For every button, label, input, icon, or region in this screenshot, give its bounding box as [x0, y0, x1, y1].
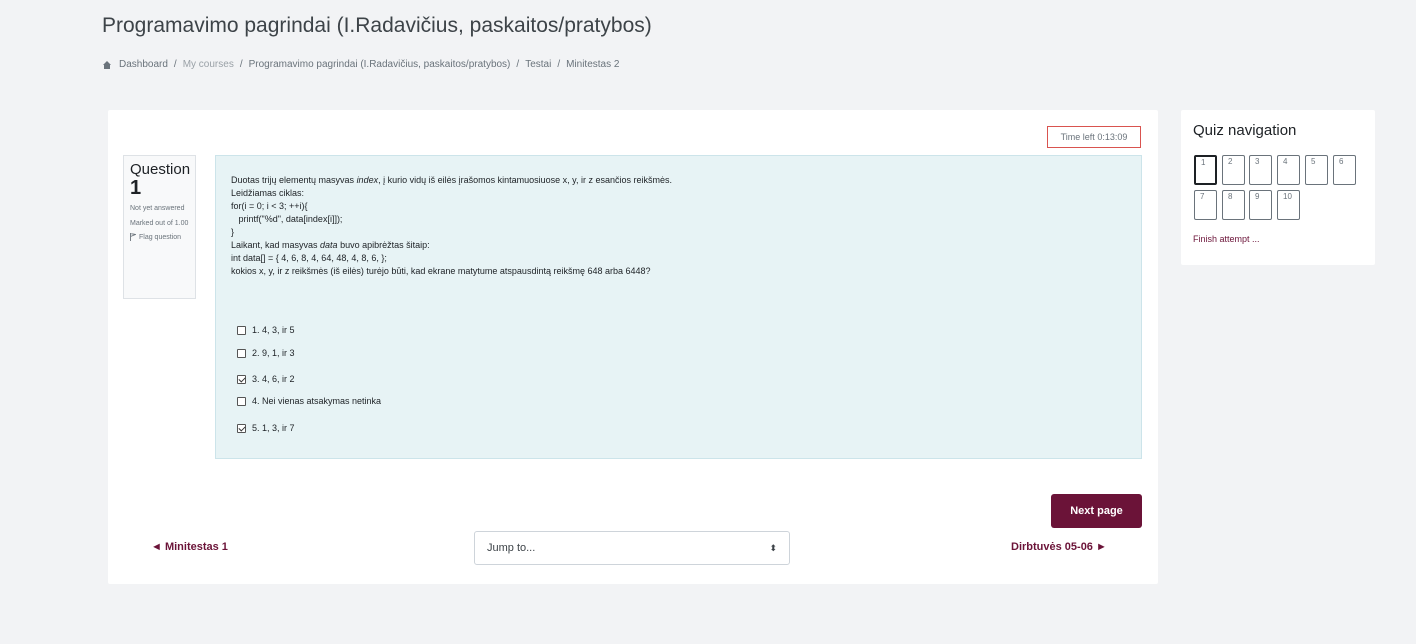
- flag-icon: [130, 233, 136, 241]
- quiz-nav-button-6[interactable]: 6: [1333, 155, 1356, 185]
- answer-option-3[interactable]: 3. 4, 6, ir 2: [237, 374, 295, 384]
- question-info: Question 1 Not yet answered Marked out o…: [123, 155, 196, 299]
- finish-attempt-link[interactable]: Finish attempt ...: [1193, 234, 1260, 244]
- question-status: Not yet answered: [130, 205, 185, 212]
- question-marks: Marked out of 1.00: [130, 220, 189, 227]
- flag-label: Flag question: [139, 234, 182, 241]
- quiz-nav-button-8[interactable]: 8: [1222, 190, 1245, 220]
- quiz-nav-button-9[interactable]: 9: [1249, 190, 1272, 220]
- breadcrumb-separator: /: [239, 59, 243, 70]
- jump-to-select[interactable]: Jump to... ⬍: [474, 531, 790, 565]
- answer-checkbox-5[interactable]: [237, 423, 246, 433]
- select-arrows-icon: ⬍: [769, 542, 777, 553]
- question-label: Question: [130, 161, 191, 178]
- answer-checkbox-3[interactable]: [237, 374, 246, 384]
- answer-option-2[interactable]: 2. 9, 1, ir 3: [237, 348, 295, 358]
- answer-checkbox-1[interactable]: [237, 325, 246, 335]
- next-page-button[interactable]: Next page: [1051, 494, 1142, 528]
- breadcrumb-separator: /: [173, 59, 177, 70]
- quiz-nav-button-1[interactable]: 1: [1194, 155, 1217, 185]
- jump-to-label: Jump to...: [487, 542, 536, 554]
- quiz-nav-button-3[interactable]: 3: [1249, 155, 1272, 185]
- question-text: Duotas trijų elementų masyvas index, į k…: [231, 175, 673, 276]
- breadcrumb-course[interactable]: Programavimo pagrindai (I.Radavičius, pa…: [249, 59, 511, 70]
- quiz-navigation-title: Quiz navigation: [1193, 122, 1297, 139]
- breadcrumb-my-courses[interactable]: My courses: [183, 59, 234, 70]
- quiz-nav-button-7[interactable]: 7: [1194, 190, 1217, 220]
- question-content: Duotas trijų elementų masyvas index, į k…: [215, 155, 1142, 459]
- quiz-nav-button-5[interactable]: 5: [1305, 155, 1328, 185]
- answer-label-1: 1. 4, 3, ir 5: [252, 325, 295, 335]
- next-activity-link[interactable]: Dirbtuvės 05-06 ►: [1011, 541, 1107, 553]
- previous-activity-link[interactable]: ◄ Minitestas 1: [151, 541, 228, 553]
- breadcrumb-current[interactable]: Minitestas 2: [566, 59, 619, 70]
- flag-question[interactable]: Flag question: [130, 233, 189, 242]
- answer-label-3: 3. 4, 6, ir 2: [252, 374, 295, 384]
- time-left: Time left 0:13:09: [1047, 126, 1141, 148]
- answer-option-5[interactable]: 5. 1, 3, ir 7: [237, 423, 295, 433]
- breadcrumb-tests[interactable]: Testai: [525, 59, 551, 70]
- answer-label-2: 2. 9, 1, ir 3: [252, 348, 295, 358]
- answer-checkbox-4[interactable]: [237, 396, 246, 406]
- answer-label-5: 5. 1, 3, ir 7: [252, 423, 295, 433]
- question-number: 1: [130, 177, 142, 199]
- page-title: Programavimo pagrindai (I.Radavičius, pa…: [102, 14, 652, 37]
- quiz-nav-button-4[interactable]: 4: [1277, 155, 1300, 185]
- quiz-nav-button-2[interactable]: 2: [1222, 155, 1245, 185]
- dashboard-icon: [103, 60, 111, 69]
- answer-option-1[interactable]: 1. 4, 3, ir 5: [237, 325, 295, 335]
- answer-option-4[interactable]: 4. Nei vienas atsakymas netinka: [237, 396, 381, 406]
- breadcrumb: Dashboard / My courses / Programavimo pa…: [102, 59, 619, 70]
- answer-checkbox-2[interactable]: [237, 348, 246, 358]
- breadcrumb-separator: /: [557, 59, 561, 70]
- breadcrumb-separator: /: [516, 59, 520, 70]
- answer-label-4: 4. Nei vienas atsakymas netinka: [252, 396, 382, 406]
- quiz-nav-button-10[interactable]: 10: [1277, 190, 1300, 220]
- breadcrumb-dashboard[interactable]: Dashboard: [119, 59, 168, 70]
